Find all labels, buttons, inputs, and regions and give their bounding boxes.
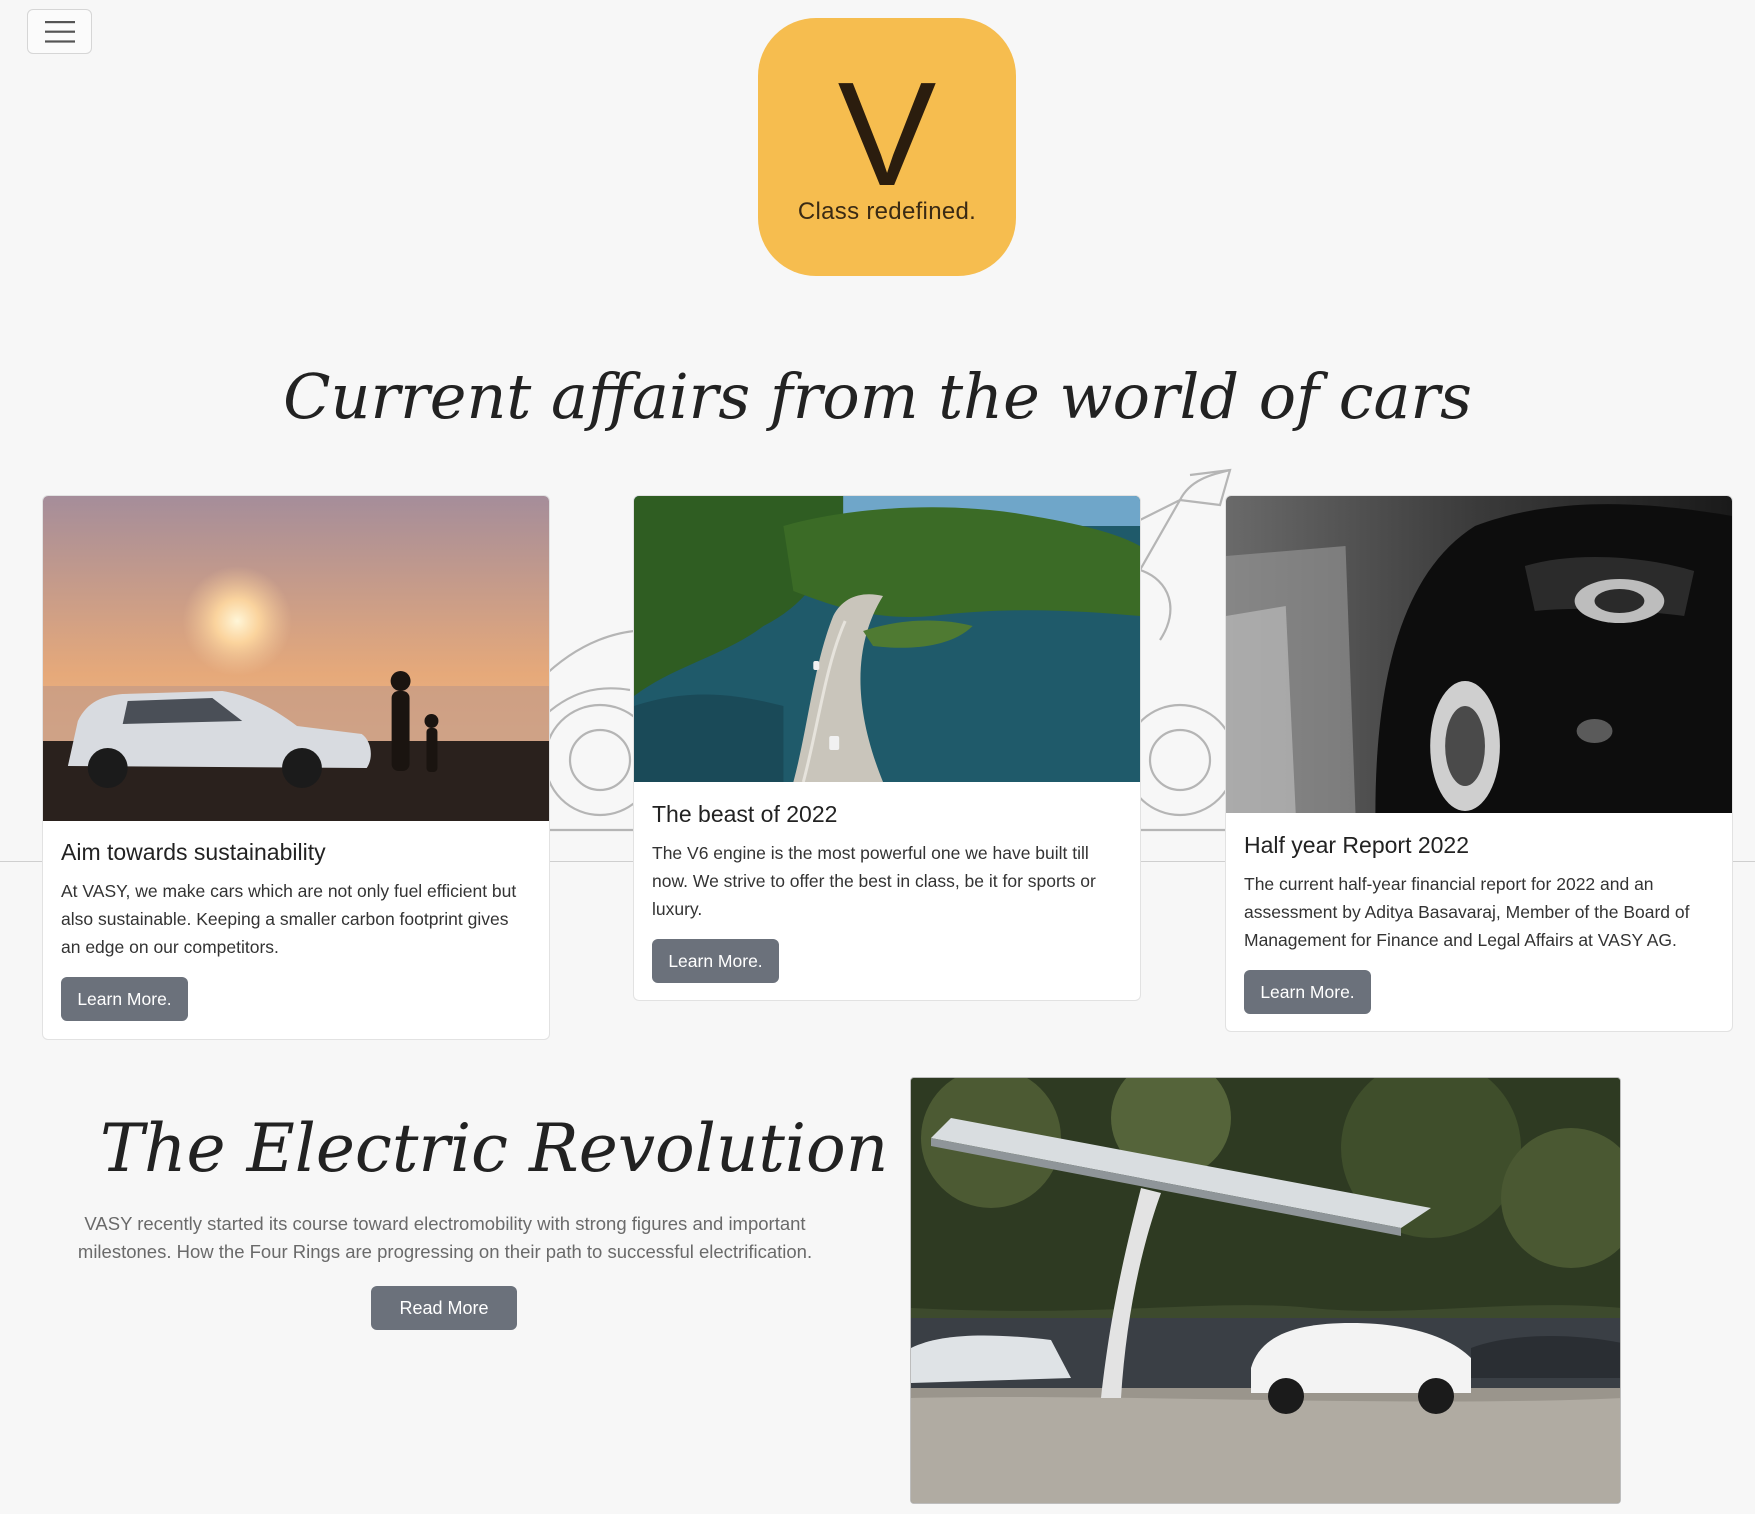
brand-logo[interactable]: V Class redefined. — [758, 18, 1016, 276]
card-image-sunset-suv — [43, 496, 549, 821]
learn-more-button[interactable]: Learn More. — [652, 939, 779, 983]
card-image-lake-road — [634, 496, 1140, 782]
electric-revolution-text: VASY recently started its course toward … — [77, 1213, 813, 1262]
news-card-sustainability: Aim towards sustainability At VASY, we m… — [42, 495, 550, 1040]
learn-more-button[interactable]: Learn More. — [1244, 970, 1371, 1014]
learn-more-button[interactable]: Learn More. — [61, 977, 188, 1021]
news-card-beast-2022: The beast of 2022 The V6 engine is the m… — [633, 495, 1141, 1001]
card-text: The current half-year financial report f… — [1244, 874, 1690, 950]
hamburger-menu-icon — [44, 20, 75, 43]
card-title: The beast of 2022 — [652, 801, 838, 827]
card-text: At VASY, we make cars which are not only… — [61, 881, 517, 957]
section-heading: Current affairs from the world of cars — [283, 360, 1472, 433]
news-card-half-year-report: Half year Report 2022 The current half-y… — [1225, 495, 1733, 1032]
card-title: Aim towards sustainability — [61, 839, 326, 865]
navbar-toggle-button[interactable] — [27, 9, 92, 54]
card-title: Half year Report 2022 — [1244, 832, 1470, 858]
read-more-button[interactable]: Read More — [371, 1286, 517, 1330]
card-image-black-cars — [1226, 496, 1732, 813]
electric-revolution-heading: The Electric Revolution — [100, 1110, 889, 1187]
ev-charging-station-image — [910, 1077, 1621, 1504]
logo-tagline: Class redefined. — [797, 198, 977, 225]
card-text: The V6 engine is the most powerful one w… — [652, 843, 1096, 919]
logo-letter: V — [837, 52, 937, 217]
